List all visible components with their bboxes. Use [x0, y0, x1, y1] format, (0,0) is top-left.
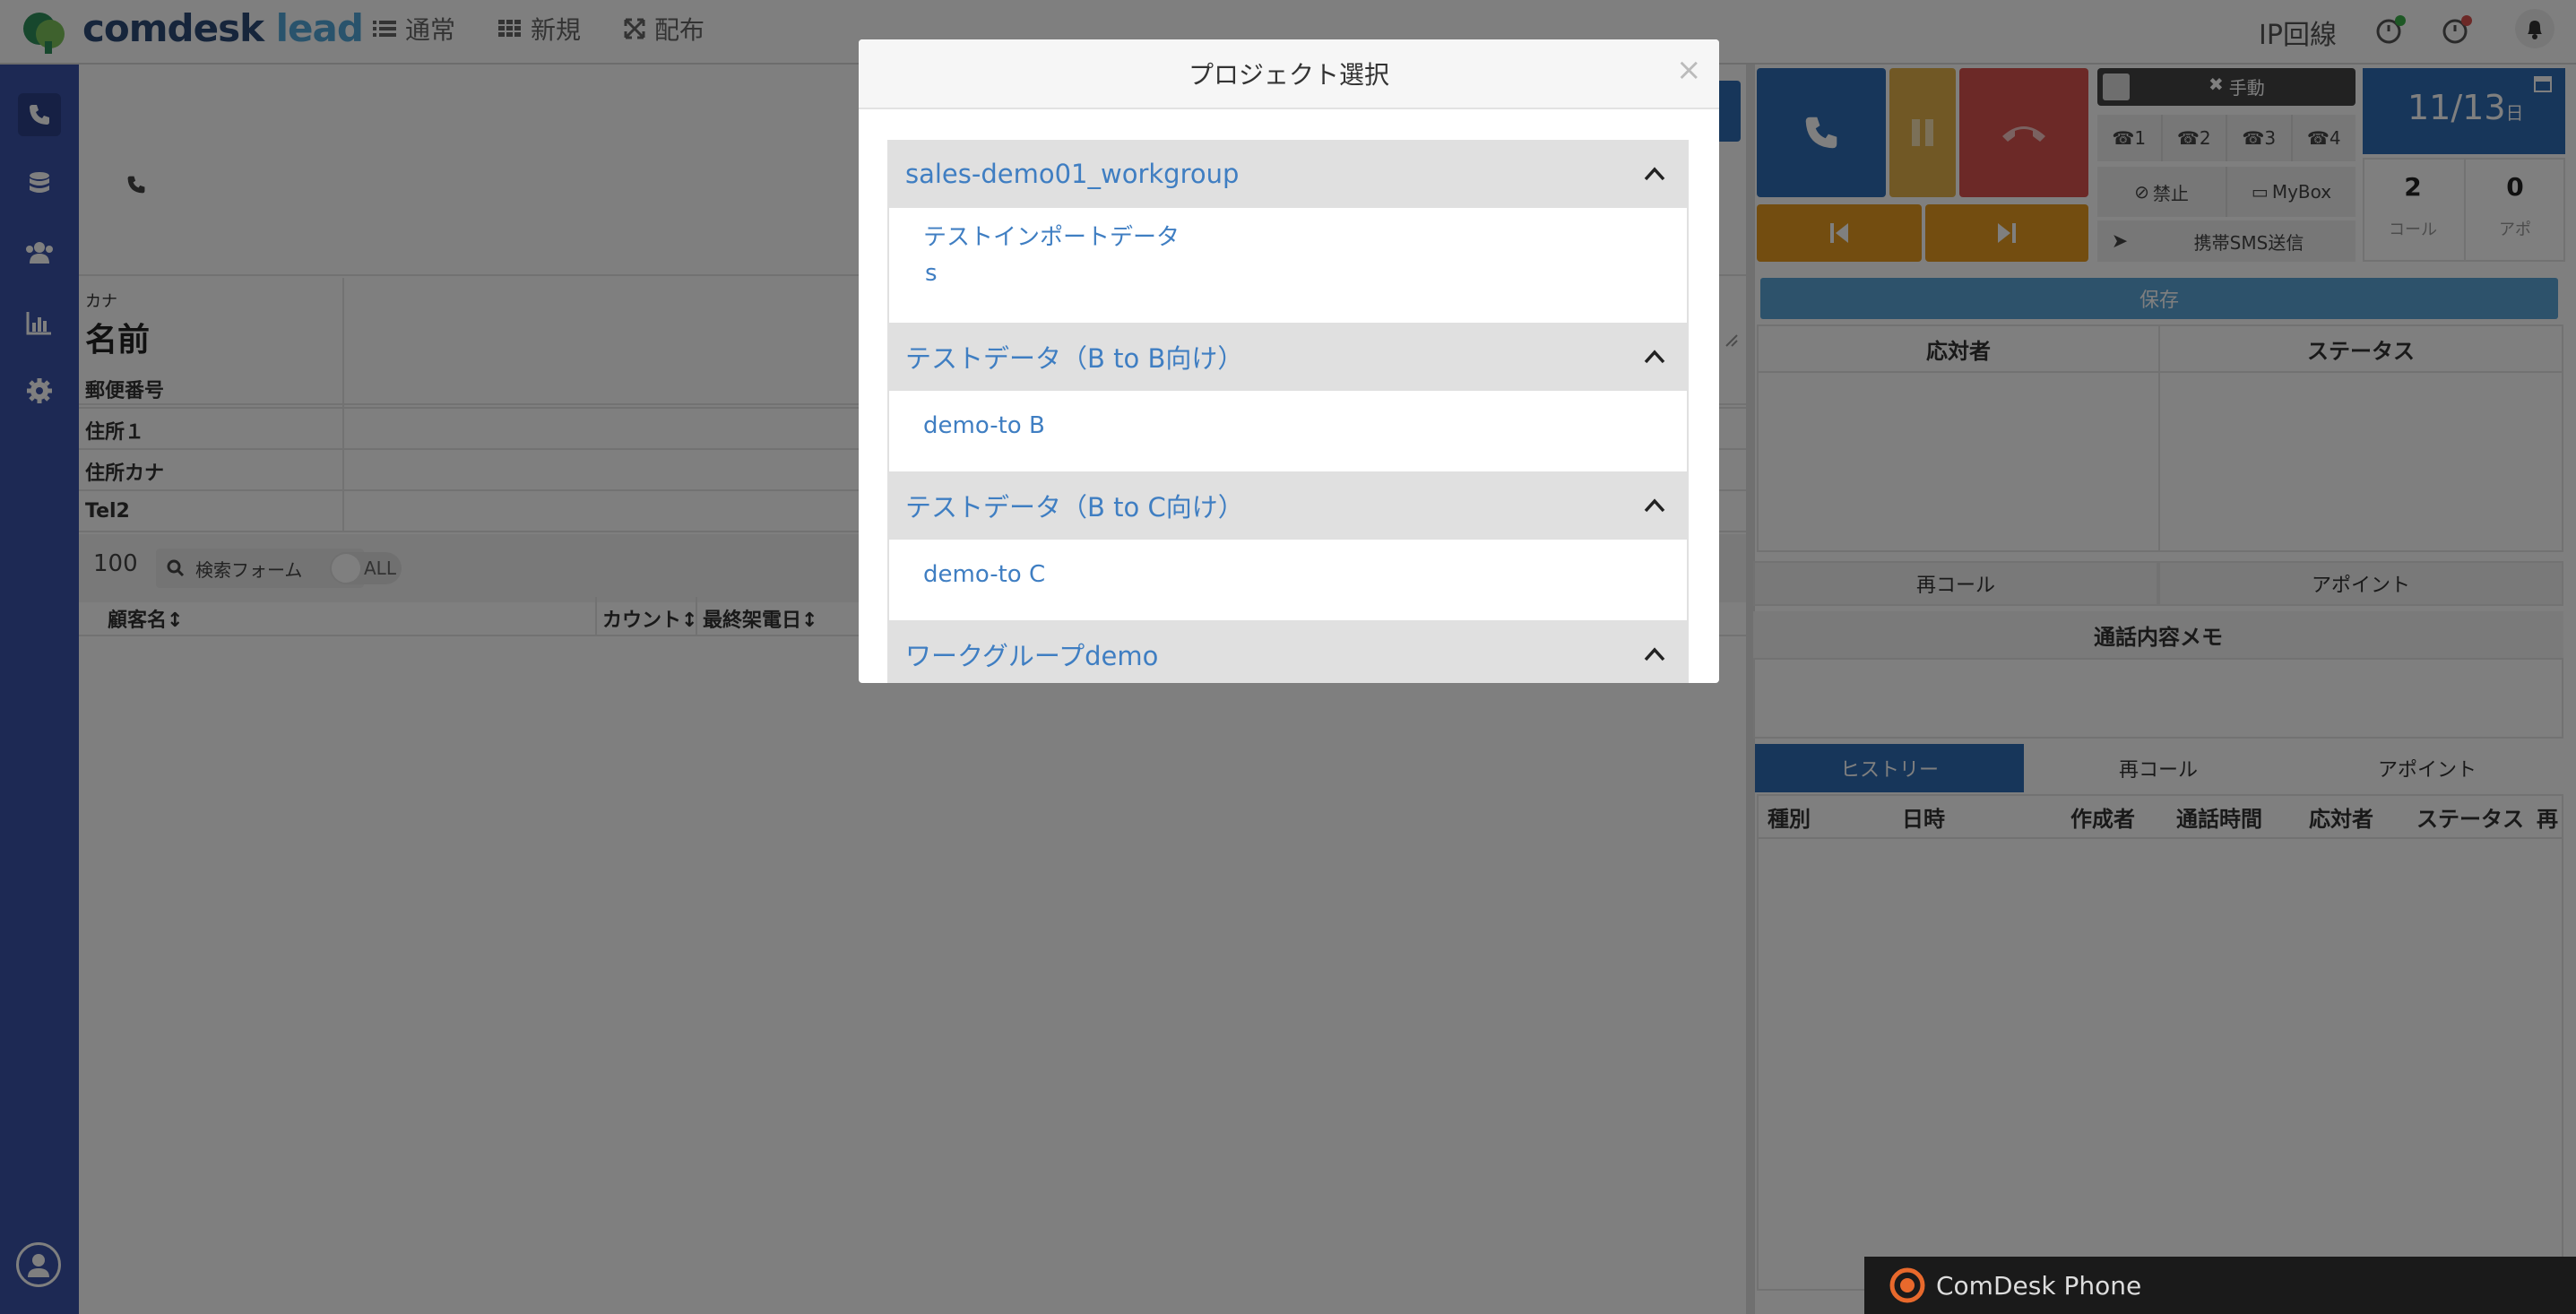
- project-item[interactable]: demo-to B: [923, 409, 1045, 443]
- project-item[interactable]: テストインポートデータ: [923, 220, 1180, 255]
- close-icon[interactable]: ×: [1676, 52, 1702, 88]
- project-item[interactable]: s: [925, 256, 938, 290]
- modal-title: プロジェクト選択: [1188, 60, 1389, 90]
- softphone-bar[interactable]: ComDesk Phone: [1864, 1257, 2576, 1314]
- comdesk-phone-icon: [1889, 1267, 1925, 1303]
- chevron-up-icon: [1642, 642, 1667, 667]
- chevron-up-icon: [1642, 161, 1667, 186]
- project-item[interactable]: demo-to C: [923, 558, 1045, 592]
- chevron-up-icon: [1642, 344, 1667, 369]
- project-group-title: テストデータ（B to C向け）: [905, 492, 1244, 523]
- project-group-header[interactable]: sales-demo01_workgroup: [887, 140, 1689, 208]
- project-select-modal: プロジェクト選択 × sales-demo01_workgroup テストインポ…: [859, 39, 1719, 683]
- chevron-up-icon: [1642, 493, 1667, 518]
- project-group-header[interactable]: テストデータ（B to B向け）: [887, 323, 1689, 391]
- project-group-body: テストインポートデータ s: [887, 208, 1689, 323]
- project-group-title: sales-demo01_workgroup: [905, 159, 1240, 189]
- softphone-label: ComDesk Phone: [1936, 1270, 2142, 1301]
- project-group-body: demo-to C: [887, 540, 1689, 620]
- project-group-title: ワークグループdemo: [905, 641, 1159, 671]
- project-group-header[interactable]: テストデータ（B to C向け）: [887, 471, 1689, 540]
- project-group-body: demo-to B: [887, 391, 1689, 471]
- project-group-title: テストデータ（B to B向け）: [905, 343, 1244, 374]
- project-group-header[interactable]: ワークグループdemo: [887, 620, 1689, 683]
